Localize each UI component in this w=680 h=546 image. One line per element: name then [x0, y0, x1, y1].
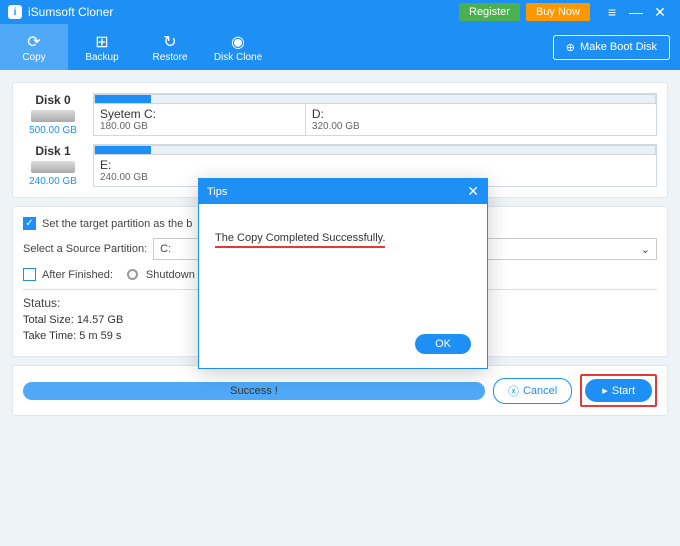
app-logo-icon: i [8, 5, 22, 19]
disk-size: 240.00 GB [29, 176, 77, 187]
disk-name: Disk 1 [35, 144, 70, 158]
disk-icon [31, 110, 75, 122]
after-finished-label: After Finished: [42, 269, 113, 281]
backup-icon: ⊞ [95, 32, 108, 52]
app-title: iSumsoft Cloner [28, 5, 459, 19]
buy-now-button[interactable]: Buy Now [526, 3, 590, 21]
play-icon: ▸ [602, 384, 608, 397]
close-icon[interactable]: ✕ [648, 4, 672, 21]
partition[interactable]: D: 320.00 GB [306, 104, 656, 135]
partition-bar [94, 94, 656, 104]
disk-row: Disk 0 500.00 GB Syetem C: 180.00 GB D: … [23, 93, 657, 136]
disk-icon [31, 161, 75, 173]
disk-clone-icon: ◉ [231, 32, 245, 52]
after-finished-checkbox[interactable] [23, 268, 36, 281]
partition-bar [94, 145, 656, 155]
partition[interactable]: Syetem C: 180.00 GB [94, 104, 306, 135]
partition-title: Syetem C: [100, 107, 299, 121]
target-checkbox[interactable]: ✓ [23, 217, 36, 230]
start-label: Start [612, 385, 635, 397]
total-size-value: 14.57 GB [77, 314, 123, 326]
footer: Success ! ⓧ Cancel ▸ Start [12, 365, 668, 416]
disk-name: Disk 0 [35, 93, 70, 107]
disk-size: 500.00 GB [29, 125, 77, 136]
progress-text: Success ! [230, 385, 278, 397]
take-time-label: Take Time: [23, 330, 79, 342]
chevron-down-icon: ⌄ [641, 243, 650, 256]
tab-backup[interactable]: ⊞ Backup [68, 24, 136, 70]
toolbar: ⟳ Copy ⊞ Backup ↻ Restore ◉ Disk Clone ⊕… [0, 24, 680, 70]
restore-icon: ↻ [163, 32, 176, 52]
tips-dialog: Tips ✕ The Copy Completed Successfully. … [198, 178, 488, 369]
tab-disk-clone[interactable]: ◉ Disk Clone [204, 24, 272, 70]
make-boot-disk-button[interactable]: ⊕ Make Boot Disk [553, 35, 670, 60]
boot-label: Make Boot Disk [580, 41, 657, 53]
target-check-label: Set the target partition as the b [42, 218, 192, 230]
select-value: C: [160, 243, 171, 255]
tab-label: Copy [22, 52, 45, 63]
tab-label: Restore [152, 52, 187, 63]
copy-icon: ⟳ [27, 32, 40, 52]
partition-size: 320.00 GB [312, 121, 650, 132]
start-highlight: ▸ Start [580, 374, 657, 407]
menu-icon[interactable]: ≡ [600, 4, 624, 20]
tab-label: Disk Clone [214, 52, 262, 63]
radio-shutdown[interactable] [127, 269, 138, 280]
tab-label: Backup [85, 52, 118, 63]
register-button[interactable]: Register [459, 3, 520, 21]
cancel-button[interactable]: ⓧ Cancel [493, 378, 572, 404]
partition-title: D: [312, 107, 650, 121]
dialog-close-icon[interactable]: ✕ [467, 183, 479, 200]
cancel-icon: ⓧ [508, 383, 519, 399]
ok-button[interactable]: OK [415, 334, 471, 354]
tab-copy[interactable]: ⟳ Copy [0, 24, 68, 70]
cancel-label: Cancel [523, 385, 557, 397]
titlebar: i iSumsoft Cloner Register Buy Now ≡ — ✕ [0, 0, 680, 24]
progress-bar: Success ! [23, 382, 485, 400]
dialog-title: Tips [207, 186, 227, 198]
total-size-label: Total Size: [23, 314, 77, 326]
take-time-value: 5 m 59 s [79, 330, 121, 342]
select-source-label: Select a Source Partition: [23, 243, 147, 255]
minimize-icon[interactable]: — [624, 4, 648, 20]
partition-size: 180.00 GB [100, 121, 299, 132]
dialog-message: The Copy Completed Successfully. [215, 232, 385, 248]
partition-title: E: [100, 158, 650, 172]
radio-label: Shutdown [146, 269, 195, 281]
tab-restore[interactable]: ↻ Restore [136, 24, 204, 70]
boot-icon: ⊕ [566, 41, 575, 54]
start-button[interactable]: ▸ Start [585, 379, 652, 402]
